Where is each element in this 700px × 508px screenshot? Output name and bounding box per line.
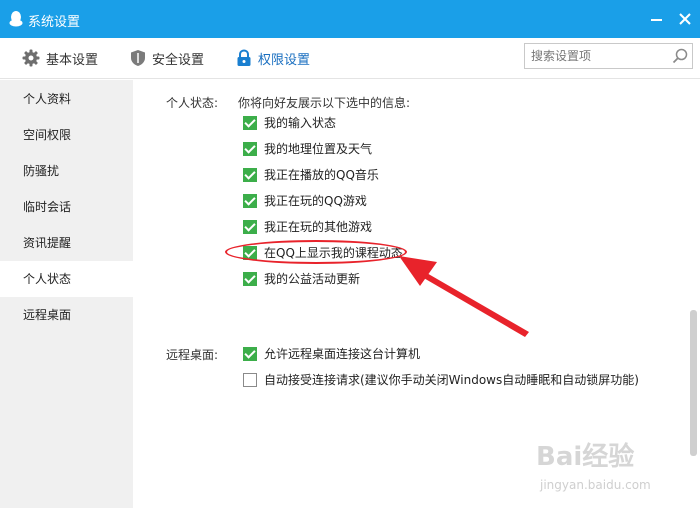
- sidebar-item-label: 资讯提醒: [23, 236, 72, 250]
- sidebar: 个人资料 空间权限 防骚扰 临时会话 资讯提醒 个人状态 远程桌面: [0, 80, 133, 508]
- checkbox[interactable]: [243, 271, 257, 286]
- personal-status-description: 你将向好友展示以下选中的信息:: [238, 96, 411, 110]
- search-icon[interactable]: [672, 48, 688, 64]
- close-icon: [679, 13, 691, 25]
- checkbox[interactable]: [243, 346, 257, 361]
- sidebar-item-remote-desktop[interactable]: 远程桌面: [0, 297, 133, 333]
- sidebar-item-label: 防骚扰: [23, 164, 60, 178]
- tab-permission-settings[interactable]: 权限设置: [236, 38, 310, 78]
- checkbox[interactable]: [243, 372, 257, 387]
- tab-basic-settings[interactable]: 基本设置: [22, 38, 98, 78]
- settings-toolbar: 基本设置 安全设置 权限设置: [0, 38, 700, 79]
- tab-security-settings-label: 安全设置: [152, 52, 205, 68]
- remote-desktop-label: 远程桌面:: [166, 348, 219, 362]
- option-location-weather[interactable]: 我的地理位置及天气: [243, 140, 372, 157]
- checkbox[interactable]: [243, 141, 257, 156]
- checkbox[interactable]: [243, 115, 257, 130]
- watermark-logo: Bai经验: [536, 442, 635, 472]
- gear-icon: [22, 49, 40, 67]
- personal-status-label: 个人状态:: [166, 96, 219, 110]
- shield-icon: [131, 50, 145, 66]
- sidebar-item-personal-status[interactable]: 个人状态: [0, 261, 133, 297]
- option-qq-music[interactable]: 我正在播放的QQ音乐: [243, 166, 379, 183]
- sidebar-item-news-alerts[interactable]: 资讯提醒: [0, 225, 133, 261]
- tab-security-settings[interactable]: 安全设置: [130, 38, 204, 78]
- close-button[interactable]: [674, 8, 696, 30]
- sidebar-item-label: 个人状态: [23, 272, 72, 286]
- qq-penguin-icon: [9, 11, 23, 27]
- sidebar-item-profile[interactable]: 个人资料: [0, 81, 133, 117]
- option-allow-remote-desktop[interactable]: 允许远程桌面连接这台计算机: [243, 345, 420, 362]
- option-label: 允许远程桌面连接这台计算机: [264, 347, 421, 361]
- sidebar-item-temp-session[interactable]: 临时会话: [0, 189, 133, 225]
- option-label: 我的输入状态: [264, 116, 337, 130]
- checkbox[interactable]: [243, 193, 257, 208]
- option-other-games[interactable]: 我正在玩的其他游戏: [243, 218, 372, 235]
- option-qq-games[interactable]: 我正在玩的QQ游戏: [243, 192, 367, 209]
- checkbox[interactable]: [243, 219, 257, 234]
- option-auto-accept-connection[interactable]: 自动接受连接请求(建议你手动关闭Windows自动睡眠和自动锁屏功能): [243, 371, 639, 388]
- tab-permission-settings-label: 权限设置: [258, 52, 311, 68]
- sidebar-item-label: 空间权限: [23, 128, 72, 142]
- lock-icon: [237, 49, 251, 66]
- scrollbar-thumb[interactable]: [690, 310, 697, 456]
- option-label: 我正在播放的QQ音乐: [264, 168, 379, 182]
- option-label: 我正在玩的QQ游戏: [264, 194, 367, 208]
- sidebar-item-space-permissions[interactable]: 空间权限: [0, 117, 133, 153]
- title-bar: 系统设置: [0, 0, 700, 38]
- window-title: 系统设置: [28, 15, 81, 30]
- option-charity-updates[interactable]: 我的公益活动更新: [243, 270, 360, 287]
- option-label: 我正在玩的其他游戏: [264, 220, 373, 234]
- option-label: 自动接受连接请求(建议你手动关闭Windows自动睡眠和自动锁屏功能): [264, 373, 639, 387]
- sidebar-item-label: 临时会话: [23, 200, 72, 214]
- sidebar-item-label: 个人资料: [23, 92, 72, 106]
- sidebar-item-anti-harassment[interactable]: 防骚扰: [0, 153, 133, 189]
- option-label: 我的地理位置及天气: [264, 142, 373, 156]
- tab-basic-settings-label: 基本设置: [46, 52, 99, 68]
- watermark-url: jingyan.baidu.com: [540, 478, 651, 492]
- option-input-status[interactable]: 我的输入状态: [243, 114, 336, 131]
- checkbox[interactable]: [243, 167, 257, 182]
- annotation-arrow-icon: [399, 256, 529, 337]
- minimize-button[interactable]: [646, 8, 668, 30]
- annotation-ellipse: [225, 240, 407, 264]
- search-input[interactable]: [531, 47, 666, 65]
- search-box: [524, 43, 693, 69]
- option-label: 我的公益活动更新: [264, 272, 361, 286]
- sidebar-item-label: 远程桌面: [23, 308, 72, 322]
